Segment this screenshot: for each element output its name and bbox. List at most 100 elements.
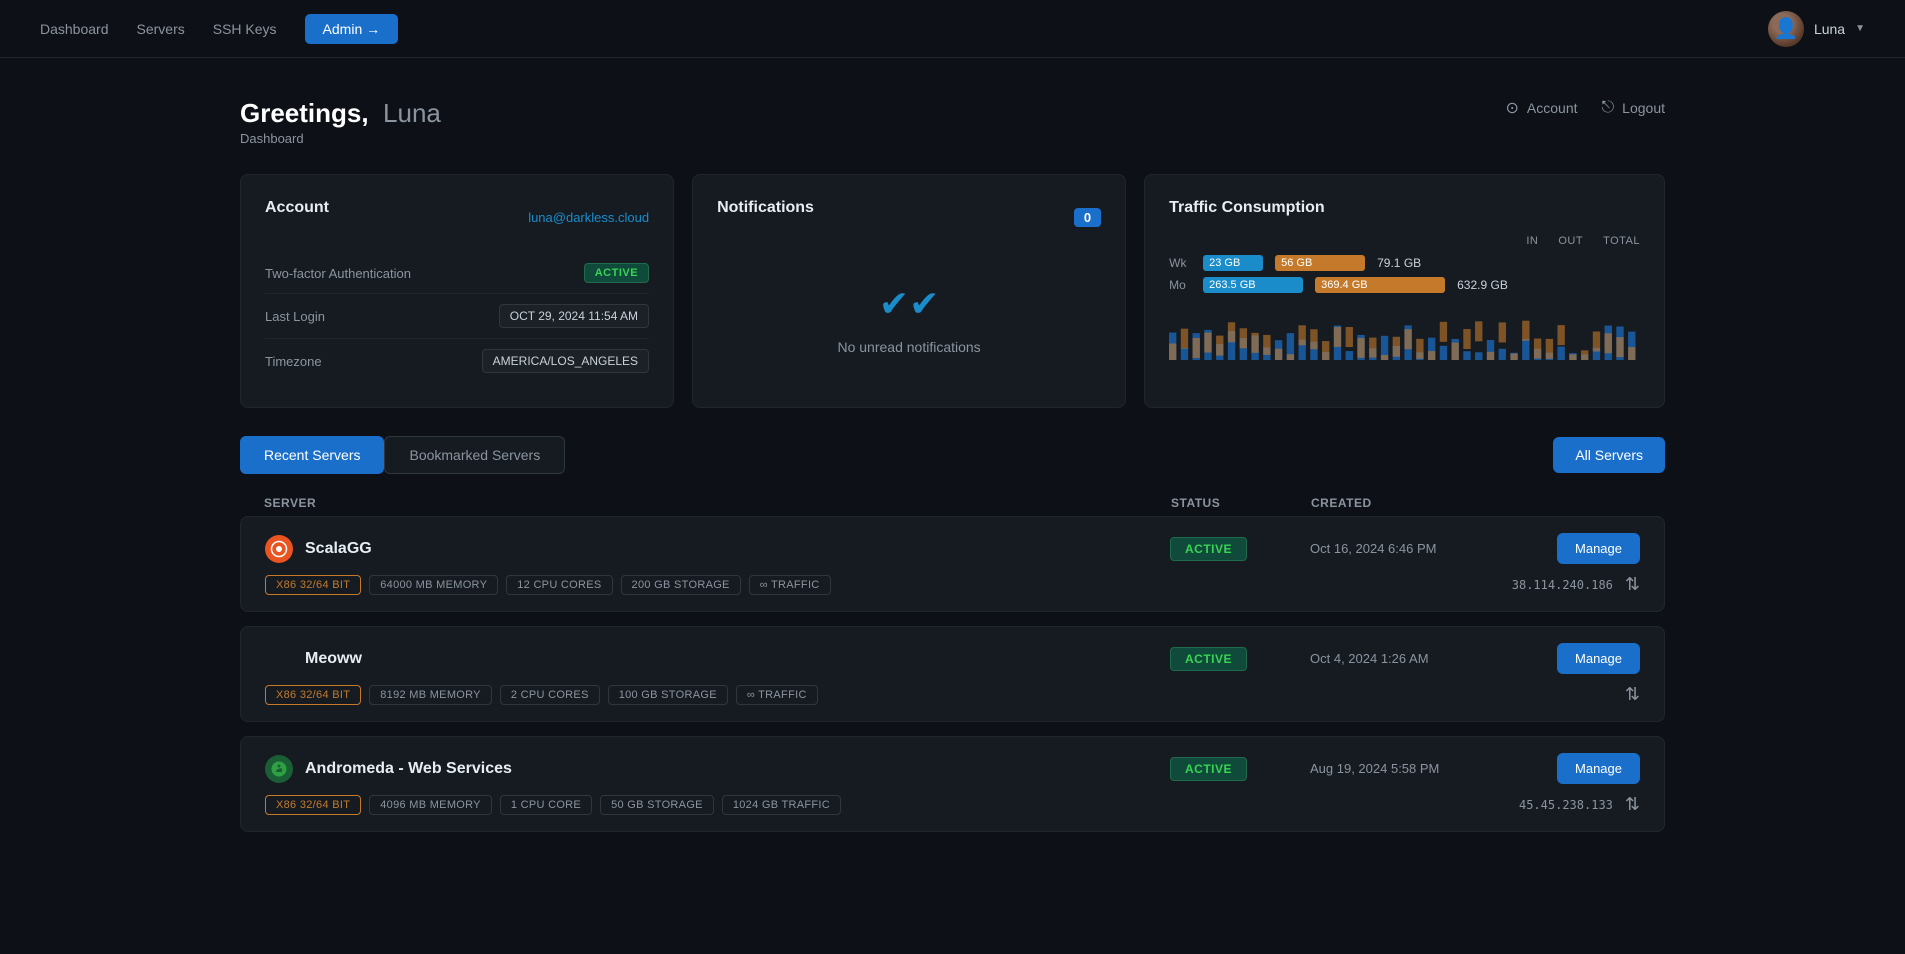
- traffic-month-total: 632.9 GB: [1457, 278, 1508, 292]
- server-tags: X86 32/64 BIT 64000 MB MEMORY 12 CPU COR…: [265, 575, 831, 595]
- traffic-chart: [1169, 305, 1640, 360]
- notifications-count: 0: [1074, 208, 1101, 227]
- account-lastlogin-label: Last Login: [265, 309, 325, 324]
- manage-button[interactable]: Manage: [1557, 643, 1640, 674]
- tag-storage: 50 GB STORAGE: [600, 795, 714, 815]
- bookmark-icon[interactable]: ⇅: [1625, 794, 1640, 815]
- bookmark-icon[interactable]: ⇅: [1625, 574, 1640, 595]
- account-card-title: Account: [265, 199, 329, 217]
- traffic-week-in-bar: 23 GB: [1203, 255, 1263, 271]
- logout-link[interactable]: ⎋ Logout: [1602, 99, 1665, 117]
- notifications-body: ✔✔ No unread notifications: [717, 253, 1101, 375]
- servers-header: Recent Servers Bookmarked Servers All Se…: [240, 436, 1665, 474]
- account-lastlogin-row: Last Login OCT 29, 2024 11:54 AM: [265, 294, 649, 339]
- server-tags: X86 32/64 BIT 4096 MB MEMORY 1 CPU CORE …: [265, 795, 841, 815]
- bookmark-icon[interactable]: ⇅: [1625, 684, 1640, 705]
- account-timezone-value: AMERICA/LOS_ANGELES: [482, 349, 649, 373]
- table-row: ScalaGG ACTIVE Oct 16, 2024 6:46 PM Mana…: [240, 516, 1665, 612]
- server-os-icon: [265, 755, 293, 783]
- server-status-area: ACTIVE: [1170, 647, 1310, 671]
- server-info: Andromeda - Web Services: [265, 755, 1170, 783]
- admin-button[interactable]: Admin →: [305, 14, 399, 44]
- account-lastlogin-value: OCT 29, 2024 11:54 AM: [499, 304, 649, 328]
- logout-icon: ⎋: [1602, 99, 1615, 117]
- server-tags-row: X86 32/64 BIT 8192 MB MEMORY 2 CPU CORES…: [265, 684, 1640, 705]
- server-status-area: ACTIVE: [1170, 537, 1310, 561]
- all-servers-button[interactable]: All Servers: [1553, 437, 1665, 473]
- tag-traffic: ∞ TRAFFIC: [749, 575, 831, 595]
- server-row-top: Andromeda - Web Services ACTIVE Aug 19, …: [265, 753, 1640, 784]
- traffic-card: Traffic Consumption IN OUT TOTAL Wk 23 G…: [1144, 174, 1665, 408]
- nav-dashboard[interactable]: Dashboard: [40, 21, 109, 37]
- table-header: SERVER STATUS CREATED: [240, 490, 1665, 516]
- account-2fa-row: Two-factor Authentication ACTIVE: [265, 253, 649, 294]
- notifications-card: Notifications 0 ✔✔ No unread notificatio…: [692, 174, 1126, 408]
- account-icon: ⊙: [1506, 98, 1519, 118]
- server-info: Meoww: [265, 645, 1170, 673]
- greeting-block: Greetings, Luna Dashboard: [240, 98, 441, 146]
- server-row-top: Meoww ACTIVE Oct 4, 2024 1:26 AM Manage: [265, 643, 1640, 674]
- server-name: Meoww: [305, 650, 362, 668]
- server-tags-row: X86 32/64 BIT 4096 MB MEMORY 1 CPU CORE …: [265, 794, 1640, 815]
- chevron-down-icon: ▼: [1855, 23, 1865, 34]
- traffic-week-out-bar: 56 GB: [1275, 255, 1365, 271]
- tag-arch: X86 32/64 BIT: [265, 575, 361, 595]
- status-badge: ACTIVE: [1170, 757, 1247, 781]
- account-link[interactable]: ⊙ Account: [1506, 98, 1578, 118]
- server-actions: Manage: [1510, 643, 1640, 674]
- server-tags-row: X86 32/64 BIT 64000 MB MEMORY 12 CPU COR…: [265, 574, 1640, 595]
- traffic-month-out-bar: 369.4 GB: [1315, 277, 1445, 293]
- tag-memory: 64000 MB MEMORY: [369, 575, 498, 595]
- traffic-week-label: Wk: [1169, 256, 1191, 270]
- nav-ssh-keys[interactable]: SSH Keys: [213, 21, 277, 37]
- main-content: Greetings, Luna Dashboard ⊙ Account ⎋ Lo…: [0, 58, 1905, 886]
- nav-left: Dashboard Servers SSH Keys Admin →: [40, 14, 398, 44]
- legend-out-label: OUT: [1558, 235, 1583, 247]
- status-badge: ACTIVE: [1170, 537, 1247, 561]
- account-email: luna@darkless.cloud: [528, 210, 649, 225]
- tab-recent-servers[interactable]: Recent Servers: [240, 436, 384, 474]
- logout-label: Logout: [1622, 100, 1665, 116]
- double-check-icon: ✔✔: [879, 283, 939, 325]
- tag-cpu: 2 CPU CORES: [500, 685, 600, 705]
- server-name: Andromeda - Web Services: [305, 760, 512, 778]
- topnav: Dashboard Servers SSH Keys Admin → 👤 Lun…: [0, 0, 1905, 58]
- tab-bookmarked-servers[interactable]: Bookmarked Servers: [384, 436, 565, 474]
- server-status-area: ACTIVE: [1170, 757, 1310, 781]
- page-title: Greetings, Luna: [240, 98, 441, 129]
- cards-row: Account luna@darkless.cloud Two-factor A…: [240, 174, 1665, 408]
- notifications-empty-text: No unread notifications: [837, 339, 980, 355]
- legend-in-label: IN: [1526, 235, 1538, 247]
- server-os-icon: [265, 645, 293, 673]
- user-menu[interactable]: 👤 Luna ▼: [1768, 11, 1865, 47]
- account-timezone-label: Timezone: [265, 354, 322, 369]
- tag-cpu: 1 CPU CORE: [500, 795, 592, 815]
- greeting-name: Luna: [383, 98, 441, 128]
- breadcrumb: Dashboard: [240, 131, 441, 146]
- server-ip: 38.114.240.186: [1512, 578, 1613, 592]
- tag-memory: 8192 MB MEMORY: [369, 685, 492, 705]
- server-tags: X86 32/64 BIT 8192 MB MEMORY 2 CPU CORES…: [265, 685, 818, 705]
- tag-cpu: 12 CPU CORES: [506, 575, 612, 595]
- server-name: ScalaGG: [305, 540, 372, 558]
- tag-memory: 4096 MB MEMORY: [369, 795, 492, 815]
- nav-servers[interactable]: Servers: [137, 21, 185, 37]
- username-label: Luna: [1814, 21, 1845, 37]
- header-actions: ⊙ Account ⎋ Logout: [1506, 98, 1665, 118]
- tabs: Recent Servers Bookmarked Servers: [240, 436, 565, 474]
- tag-traffic: 1024 GB TRAFFIC: [722, 795, 841, 815]
- avatar: 👤: [1768, 11, 1804, 47]
- table-row: Meoww ACTIVE Oct 4, 2024 1:26 AM Manage …: [240, 626, 1665, 722]
- status-badge: ACTIVE: [1170, 647, 1247, 671]
- manage-button[interactable]: Manage: [1557, 533, 1640, 564]
- manage-button[interactable]: Manage: [1557, 753, 1640, 784]
- server-actions: Manage: [1510, 533, 1640, 564]
- server-created: Oct 16, 2024 6:46 PM: [1310, 541, 1510, 556]
- th-action: [1511, 496, 1641, 510]
- notifications-header: Notifications 0: [717, 199, 1101, 235]
- traffic-card-title: Traffic Consumption: [1169, 199, 1640, 217]
- tag-storage: 100 GB STORAGE: [608, 685, 728, 705]
- tag-arch: X86 32/64 BIT: [265, 685, 361, 705]
- server-ip: 45.45.238.133: [1519, 798, 1613, 812]
- table-row: Andromeda - Web Services ACTIVE Aug 19, …: [240, 736, 1665, 832]
